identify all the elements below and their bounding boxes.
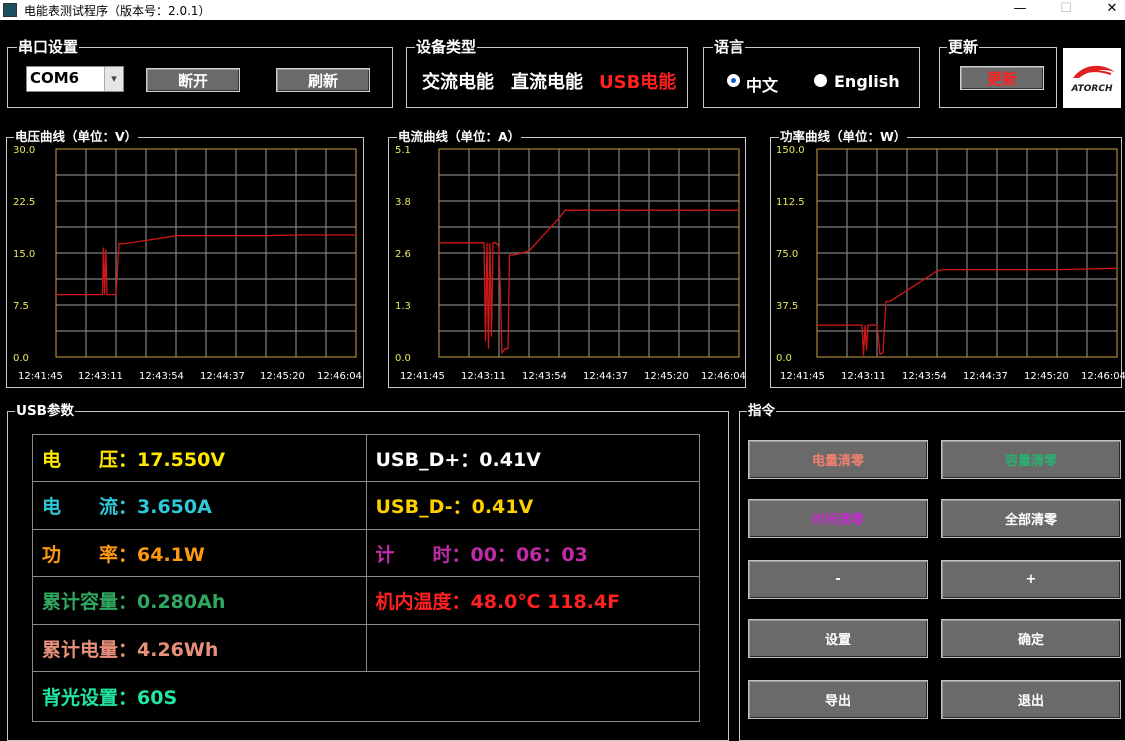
commands-label: 指令	[747, 402, 776, 420]
serial-group-label: 串口设置	[17, 38, 80, 56]
disconnect-button[interactable]: 断开	[146, 68, 240, 92]
port-value: COM6	[30, 69, 80, 87]
radio-chinese-label[interactable]: 中文	[746, 72, 778, 96]
current-chart-frame	[388, 137, 746, 388]
param-row: 背光设置：60S	[32, 671, 700, 722]
param-value: 4.26Wh	[137, 638, 219, 661]
maximize-button[interactable]: ☐	[1043, 0, 1089, 20]
clear-time-button[interactable]: 时间清零	[748, 499, 928, 538]
param-name: USB_D-：	[375, 496, 472, 519]
clear-energy-button[interactable]: 电量清零	[748, 440, 928, 479]
param-name: 计 时：	[375, 543, 471, 566]
param-name: 电 流：	[42, 496, 138, 519]
param-cell: 机内温度：48.0℃ 118.4F	[365, 576, 700, 625]
device-type-usb[interactable]: USB电能	[599, 68, 676, 94]
param-cell: 累计容量：0.280Ah	[32, 576, 367, 625]
settings-button[interactable]: 设置	[748, 619, 928, 658]
update-group-label: 更新	[947, 38, 980, 56]
language-label: 语言	[713, 38, 746, 56]
exit-button[interactable]: 退出	[941, 680, 1121, 719]
param-value: 0.280Ah	[137, 591, 226, 614]
param-name: 功 率：	[42, 543, 138, 566]
close-button[interactable]: ✕	[1089, 0, 1125, 20]
radio-chinese[interactable]	[727, 74, 740, 87]
param-value: 64.1W	[137, 543, 205, 566]
usb-params-label: USB参数	[15, 402, 75, 420]
minus-button[interactable]: -	[748, 560, 928, 599]
param-row: 电 流：3.650A USB_D-：0.41V	[32, 481, 700, 530]
confirm-button[interactable]: 确定	[941, 619, 1121, 658]
port-select[interactable]: COM6 ▾	[26, 66, 124, 92]
radio-english-label[interactable]: English	[834, 72, 900, 91]
param-cell: 电 流：3.650A	[32, 481, 367, 530]
current-chart-title: 电流曲线（单位：A）	[397, 129, 522, 145]
param-name: 机内温度：	[375, 591, 471, 614]
update-button[interactable]: 更新	[960, 66, 1044, 90]
param-value: 3.650A	[137, 496, 212, 519]
export-button[interactable]: 导出	[748, 680, 928, 719]
param-name: 累计容量：	[42, 591, 138, 614]
param-cell: USB_D+：0.41V	[365, 433, 700, 483]
refresh-button[interactable]: 刷新	[276, 68, 370, 92]
clear-all-button[interactable]: 全部清零	[941, 499, 1121, 538]
param-cell: 电 压：17.550V	[32, 433, 367, 483]
device-type-label: 设备类型	[415, 38, 478, 56]
param-cell: 背光设置：60S	[32, 671, 700, 722]
logo-text: ATORCH	[1071, 84, 1113, 94]
param-cell	[365, 623, 700, 673]
minimize-button[interactable]: —	[997, 0, 1043, 20]
param-row: 电 压：17.550V USB_D+：0.41V	[32, 433, 700, 483]
power-chart-title: 功率曲线（单位：W）	[779, 129, 908, 145]
param-value: 00：06：03	[470, 543, 588, 566]
voltage-chart-frame	[6, 137, 364, 388]
window-title: 电能表测试程序（版本号：2.0.1）	[24, 4, 211, 18]
param-row: 功 率：64.1W 计 时：00：06：03	[32, 528, 700, 578]
param-name: USB_D+：	[375, 448, 480, 471]
param-row: 累计容量：0.280Ah 机内温度：48.0℃ 118.4F	[32, 576, 700, 625]
atorch-logo: ATORCH	[1063, 48, 1121, 108]
param-name: 累计电量：	[42, 638, 138, 661]
chevron-down-icon[interactable]: ▾	[104, 67, 123, 91]
param-cell: USB_D-：0.41V	[365, 481, 700, 530]
device-type-ac[interactable]: 交流电能	[422, 68, 494, 94]
device-type-dc[interactable]: 直流电能	[511, 68, 583, 94]
title-bar: 电能表测试程序（版本号：2.0.1） — ☐ ✕	[0, 0, 1125, 20]
param-name: 电 压：	[42, 448, 138, 471]
param-cell: 功 率：64.1W	[32, 528, 367, 578]
radio-english[interactable]	[814, 74, 827, 87]
param-row: 累计电量：4.26Wh	[32, 623, 700, 673]
param-cell: 累计电量：4.26Wh	[32, 623, 367, 673]
plus-button[interactable]: +	[941, 560, 1121, 599]
param-value: 60S	[137, 687, 178, 710]
param-value: 0.41V	[479, 448, 541, 471]
param-value: 17.550V	[137, 448, 226, 471]
param-cell: 计 时：00：06：03	[365, 528, 700, 578]
app-icon	[3, 3, 17, 17]
voltage-chart-title: 电压曲线（单位：V）	[14, 129, 139, 145]
param-name: 背光设置：	[42, 687, 138, 710]
param-value: 48.0℃ 118.4F	[470, 591, 621, 614]
usb-params-table: 电 压：17.550V USB_D+：0.41V 电 流：3.650A USB_D-：…	[32, 433, 700, 722]
clear-capacity-button[interactable]: 容量清零	[941, 440, 1121, 479]
power-chart-frame	[770, 137, 1122, 388]
param-value: 0.41V	[471, 496, 534, 519]
